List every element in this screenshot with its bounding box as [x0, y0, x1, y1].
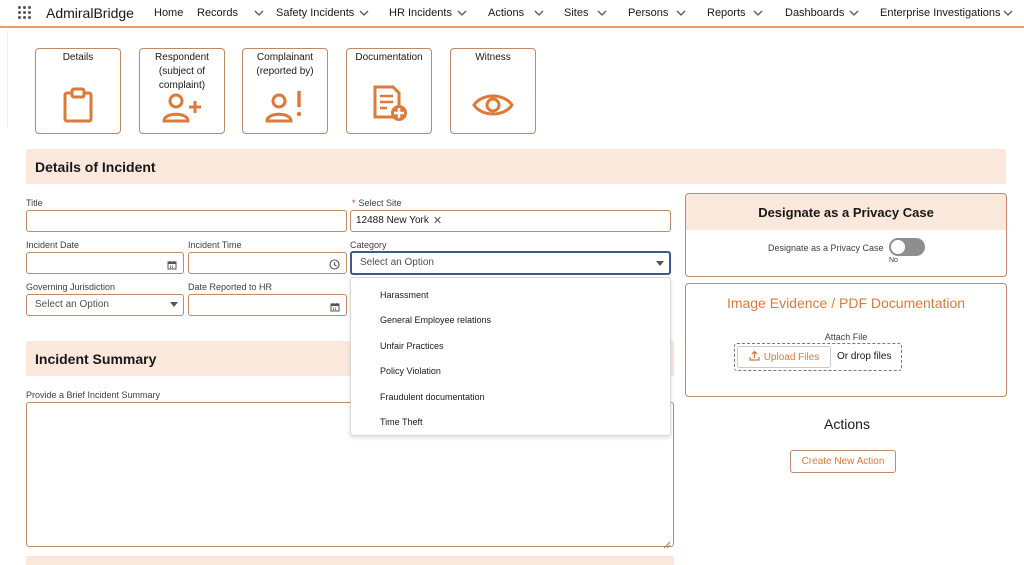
title-label: Title [26, 198, 43, 208]
option-general-employee-relations[interactable]: General Employee relations [380, 315, 491, 325]
privacy-toggle-label: Designate as a Privacy Case [768, 243, 884, 253]
dropdown-caret-icon[interactable] [170, 302, 178, 307]
nav-item-safety-incidents[interactable]: Safety Incidents [276, 7, 354, 19]
nav-item-reports[interactable]: Reports [707, 7, 746, 19]
actions-title: Actions [824, 416, 870, 432]
tile-label: Respondent (subject of complaint) [155, 52, 209, 91]
privacy-toggle-state: No [889, 257, 898, 264]
tile-label: Details [62, 52, 94, 63]
details-section-title: Details of Incident [35, 159, 156, 175]
app-name: AdmiralBridge [46, 5, 134, 21]
title-input[interactable] [26, 210, 347, 232]
file-dropzone[interactable]: Upload Files Or drop files [734, 343, 902, 371]
site-label: * Select Site [352, 198, 402, 208]
jurisdiction-select[interactable]: Select an Option [26, 294, 184, 316]
document-add-icon [347, 83, 431, 123]
nav-item-sites[interactable]: Sites [564, 7, 588, 19]
option-harassment[interactable]: Harassment [380, 290, 429, 300]
category-options-list: Harassment General Employee relations Un… [350, 277, 671, 436]
next-section-header [26, 556, 674, 565]
nav-item-records[interactable]: Records [197, 7, 238, 19]
tile-respondent[interactable]: Respondent (subject of complaint) [139, 48, 225, 134]
tile-details[interactable]: Details [35, 48, 121, 134]
dropdown-caret-icon[interactable] [656, 261, 664, 266]
date-reported-label: Date Reported to HR [188, 282, 273, 292]
incident-time-input[interactable] [188, 252, 347, 274]
privacy-toggle[interactable] [889, 238, 925, 256]
tile-label: Complainant (reported by) [256, 52, 314, 77]
selected-site-value: 12488 New York [356, 215, 429, 226]
required-marker: * [352, 198, 356, 208]
summary-label: Provide a Brief Incident Summary [26, 390, 161, 400]
incident-date-input[interactable] [26, 252, 184, 274]
nav-item-home[interactable]: Home [154, 7, 183, 19]
person-alert-icon [243, 89, 327, 123]
person-add-icon [140, 93, 224, 123]
nav-item-hr-incidents[interactable]: HR Incidents [389, 7, 452, 19]
nav-item-actions[interactable]: Actions [488, 7, 524, 19]
chevron-down-icon[interactable] [753, 8, 763, 18]
chevron-down-icon[interactable] [359, 8, 369, 18]
clock-icon[interactable] [329, 258, 340, 278]
global-nav: AdmiralBridge Home Records Safety Incide… [0, 0, 1024, 28]
chevron-down-icon[interactable] [597, 8, 607, 18]
nav-item-dashboards[interactable]: Dashboards [785, 7, 844, 19]
chevron-down-icon[interactable] [254, 8, 264, 18]
privacy-card-title: Designate as a Privacy Case [758, 205, 934, 220]
upload-icon [749, 350, 760, 364]
evidence-card: Image Evidence / PDF Documentation Attac… [685, 283, 1007, 397]
clipboard-icon [36, 87, 120, 123]
upload-files-button[interactable]: Upload Files [737, 346, 831, 368]
chevron-down-icon[interactable] [534, 8, 544, 18]
nav-item-enterprise-investigations[interactable]: Enterprise Investigations [880, 7, 1000, 19]
create-new-action-button[interactable]: Create New Action [790, 450, 896, 473]
resize-handle-icon[interactable] [663, 536, 671, 549]
drop-files-text: Or drop files [837, 351, 892, 362]
site-label-text: Select Site [358, 198, 402, 208]
attach-file-label: Attach File [824, 332, 868, 342]
chevron-down-icon[interactable] [457, 8, 467, 18]
tile-documentation[interactable]: Documentation [346, 48, 432, 134]
upload-files-label: Upload Files [763, 351, 820, 363]
tile-complainant[interactable]: Complainant (reported by) [242, 48, 328, 134]
jurisdiction-label: Governing Jurisdiction [26, 282, 116, 292]
tile-label: Witness [475, 52, 511, 63]
option-time-theft[interactable]: Time Theft [380, 417, 423, 427]
nav-item-persons[interactable]: Persons [628, 7, 668, 19]
left-edge-panel [0, 30, 8, 128]
eye-icon [451, 91, 535, 119]
incident-time-label: Incident Time [188, 240, 242, 250]
option-policy-violation[interactable]: Policy Violation [380, 366, 441, 376]
site-lookup-input[interactable]: 12488 New York ✕ [350, 210, 671, 232]
date-reported-input[interactable] [188, 294, 347, 316]
remove-site-icon[interactable]: ✕ [433, 213, 442, 229]
chevron-down-icon[interactable] [676, 8, 686, 18]
summary-section-title: Incident Summary [35, 351, 157, 367]
category-label: Category [350, 240, 387, 250]
tile-witness[interactable]: Witness [450, 48, 536, 134]
incident-date-label: Incident Date [26, 240, 80, 250]
evidence-card-title: Image Evidence / PDF Documentation [726, 295, 966, 311]
chevron-down-icon[interactable] [1003, 8, 1013, 18]
app-launcher-icon[interactable] [18, 6, 32, 20]
option-fraudulent-documentation[interactable]: Fraudulent documentation [380, 392, 485, 402]
tile-label: Documentation [355, 52, 423, 63]
calendar-icon[interactable] [330, 300, 340, 320]
option-unfair-practices[interactable]: Unfair Practices [380, 341, 444, 351]
category-select[interactable]: Select an Option [350, 251, 671, 275]
toggle-knob [891, 240, 905, 254]
privacy-card: Designate as a Privacy Case Designate as… [685, 193, 1007, 277]
chevron-down-icon[interactable] [849, 8, 859, 18]
calendar-icon[interactable] [167, 258, 177, 278]
details-section-header [26, 149, 1006, 184]
selected-site-pill: 12488 New York ✕ [353, 213, 445, 229]
